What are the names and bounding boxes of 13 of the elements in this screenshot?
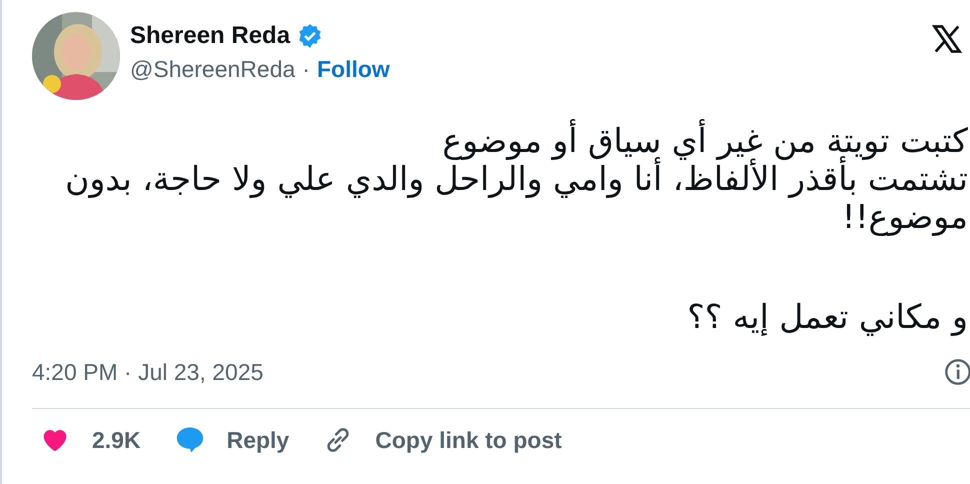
reply-button[interactable]: Reply: [174, 425, 290, 455]
x-logo-icon[interactable]: [932, 24, 962, 54]
speech-bubble-icon: [174, 425, 205, 455]
copy-link-button[interactable]: Copy link to post: [323, 425, 562, 455]
tweet-text-line: و مكاني تعمل إيه ؟؟: [687, 298, 968, 336]
info-icon[interactable]: [944, 358, 970, 386]
separator: ·: [302, 56, 310, 83]
author-handle: @ShereenReda: [130, 56, 296, 83]
follow-link[interactable]: Follow: [316, 56, 390, 83]
like-button[interactable]: 2.9K: [40, 425, 141, 455]
tweet-text-line: موضوع!!: [842, 198, 968, 236]
timestamp[interactable]: 4:20 PM · Jul 23, 2025: [32, 358, 264, 386]
author-name: Shereen Reda: [130, 22, 290, 50]
